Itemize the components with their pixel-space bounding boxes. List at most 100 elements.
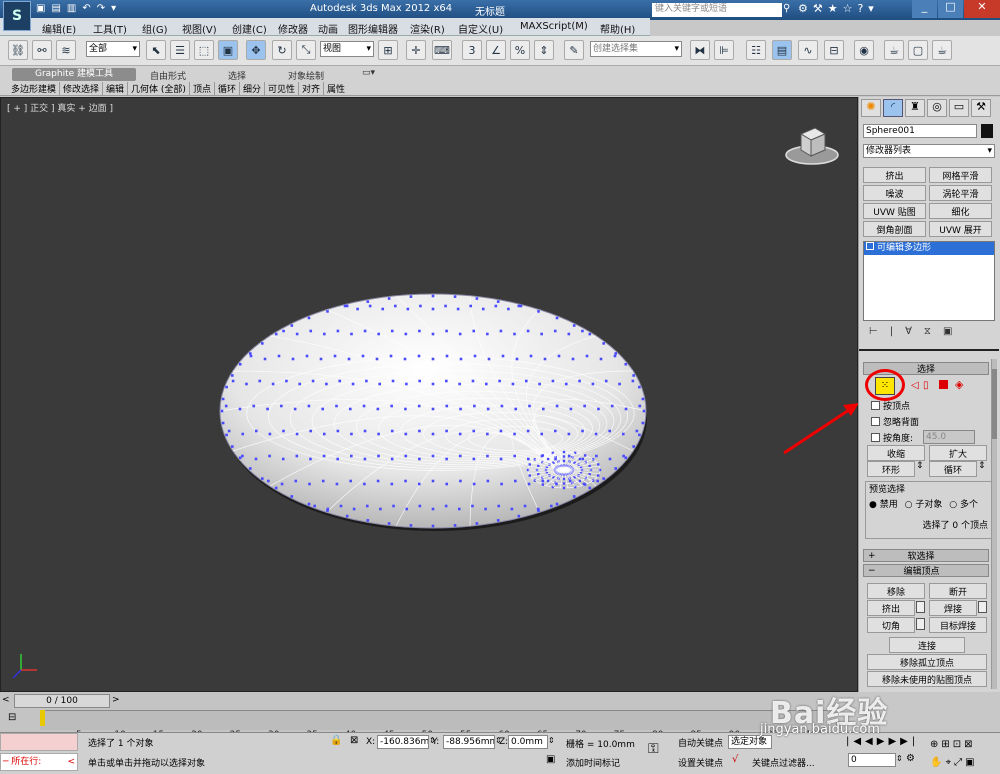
preview-subobject-radio[interactable]: ○ 子对象 <box>905 500 943 510</box>
percent-snap-icon[interactable]: % <box>510 40 530 60</box>
bind-spacewarp-icon[interactable]: ≋ <box>56 40 76 60</box>
break-button[interactable]: 断开 <box>929 583 987 599</box>
rendered-frame-icon[interactable]: ▢ <box>908 40 928 60</box>
modifier-stack[interactable]: 可编辑多边形 <box>863 241 995 321</box>
selection-filter-dropdown[interactable]: 全部 ▾ <box>86 41 140 57</box>
subtab-subdivision[interactable]: 细分 <box>240 82 265 95</box>
window-crossing-icon[interactable]: ▣ <box>218 40 238 60</box>
ribbon-options-icon[interactable]: ▭▾ <box>362 68 375 78</box>
modify-tab-icon[interactable]: ◜ <box>883 99 903 117</box>
trackbar[interactable] <box>40 710 830 730</box>
time-config-icon[interactable]: ⚙ <box>906 753 915 764</box>
rect-selection-icon[interactable]: ⬚ <box>194 40 214 60</box>
time-slider-left-arrow[interactable]: < <box>2 695 12 707</box>
grow-button[interactable]: 扩大 <box>929 445 987 461</box>
stack-expand-icon[interactable] <box>866 242 874 250</box>
lock-icon[interactable]: 🔒 <box>330 735 342 746</box>
modifier-tessellate-button[interactable]: 细化 <box>929 203 992 219</box>
remove-isolated-button[interactable]: 移除孤立顶点 <box>867 654 987 670</box>
modifier-bevel-profile-button[interactable]: 倒角剖面 <box>863 221 926 237</box>
sphere-object[interactable] <box>1 98 859 693</box>
subtab-modify-selection[interactable]: 修改选择 <box>60 82 104 95</box>
material-editor-icon[interactable]: ◉ <box>854 40 874 60</box>
preview-multi-radio[interactable]: ○ 多个 <box>949 500 978 510</box>
border-mode-icon[interactable]: ▯ <box>923 380 929 391</box>
maximize-button[interactable]: □ <box>938 0 963 18</box>
time-slider[interactable]: 0 / 100 <box>14 694 110 708</box>
object-color-swatch[interactable] <box>981 124 993 138</box>
menu-group[interactable]: 组(G) <box>142 21 168 36</box>
ignore-backfacing-checkbox[interactable]: 忽略背面 <box>871 415 919 428</box>
menu-animation[interactable]: 动画 <box>318 21 338 36</box>
scrollbar-thumb[interactable] <box>992 369 997 439</box>
frame-spinner-icon[interactable]: ⇕ <box>896 754 903 763</box>
trackbar-toggle-icon[interactable]: ⊟ <box>8 712 16 723</box>
menu-rendering[interactable]: 渲染(R) <box>410 21 445 36</box>
auto-key-button[interactable]: 自动关键点 <box>678 736 723 749</box>
spinner-snap-icon[interactable]: ⇕ <box>534 40 554 60</box>
current-frame-field[interactable]: 0 <box>848 753 896 767</box>
ring-button[interactable]: 环形 <box>867 461 915 477</box>
subtab-align[interactable]: 对齐 <box>299 82 325 95</box>
modifier-unwrap-uvw-button[interactable]: UVW 展开 <box>929 221 992 237</box>
menu-graph-editors[interactable]: 图形编辑器 <box>348 21 398 36</box>
menu-create[interactable]: 创建(C) <box>232 21 267 36</box>
keyboard-shortcut-icon[interactable]: ⌨ <box>432 40 452 60</box>
graphite-toggle-icon[interactable]: ▤ <box>772 40 792 60</box>
rotate-icon[interactable]: ↻ <box>272 40 292 60</box>
polygon-mode-icon[interactable] <box>939 380 948 389</box>
mirror-icon[interactable]: ⧓ <box>690 40 710 60</box>
loop-button[interactable]: 循环 <box>929 461 977 477</box>
modifier-turbosmooth-button[interactable]: 涡轮平滑 <box>929 185 992 201</box>
subtab-visibility[interactable]: 可见性 <box>265 82 299 95</box>
render-setup-icon[interactable]: ☕ <box>884 40 904 60</box>
element-mode-icon[interactable]: ◈ <box>955 378 963 391</box>
z-spinner-icon[interactable]: ⇕ <box>548 736 555 745</box>
search-input[interactable]: 键入关键字或短语 <box>652 3 782 17</box>
move-icon[interactable]: ✥ <box>246 40 266 60</box>
subtab-vertices[interactable]: 顶点 <box>190 82 215 95</box>
select-object-icon[interactable]: ⬉ <box>146 40 166 60</box>
weld-button[interactable]: 焊接 <box>929 600 977 616</box>
soft-selection-rollout[interactable]: + 软选择 <box>863 549 989 562</box>
ring-spinner-icon[interactable]: ⇕ <box>916 461 924 471</box>
chamfer-button[interactable]: 切角 <box>867 617 915 633</box>
remove-button[interactable]: 移除 <box>867 583 925 599</box>
extrude-button[interactable]: 挤出 <box>867 600 915 616</box>
named-selection-dropdown[interactable]: 创建选择集 ▾ <box>590 41 682 57</box>
z-coordinate[interactable]: 0.0mm <box>508 735 548 749</box>
menu-tools[interactable]: 工具(T) <box>93 21 127 36</box>
layer-manager-icon[interactable]: ☷ <box>746 40 766 60</box>
add-time-tag[interactable]: 添加时间标记 <box>566 756 620 769</box>
display-tab-icon[interactable]: ▭ <box>949 99 969 117</box>
link-icon[interactable]: ⛓ <box>8 40 28 60</box>
key-icon[interactable]: ⚿ <box>648 741 659 757</box>
scale-icon[interactable]: ⤡ <box>296 40 316 60</box>
ribbon-tab-freeform[interactable]: 自由形式 <box>150 69 186 82</box>
menu-modifiers[interactable]: 修改器 <box>278 21 308 36</box>
create-tab-icon[interactable]: ✺ <box>861 99 881 117</box>
utilities-tab-icon[interactable]: ⚒ <box>971 99 991 117</box>
menu-help[interactable]: 帮助(H) <box>600 21 635 36</box>
render-icon[interactable]: ☕ <box>932 40 952 60</box>
motion-tab-icon[interactable]: ◎ <box>927 99 947 117</box>
pivot-icon[interactable]: ⊞ <box>378 40 398 60</box>
shrink-button[interactable]: 收缩 <box>867 445 925 461</box>
set-key-button[interactable]: 设置关键点 <box>678 756 723 769</box>
modifier-noise-button[interactable]: 噪波 <box>863 185 926 201</box>
key-filters-button[interactable]: 关键点过滤器... <box>752 756 815 769</box>
perspective-viewport[interactable]: [ + ] 正交 ] 真实 + 边面 ] <box>0 97 859 693</box>
chamfer-settings-icon[interactable] <box>916 618 925 630</box>
weld-settings-icon[interactable] <box>978 601 987 613</box>
snap-toggle-icon[interactable]: 3 <box>462 40 482 60</box>
schematic-view-icon[interactable]: ⊟ <box>824 40 844 60</box>
y-coordinate[interactable]: -88.956mm <box>443 735 495 749</box>
menu-customize[interactable]: 自定义(U) <box>458 21 503 36</box>
absolute-mode-icon[interactable]: ⊠ <box>350 735 358 746</box>
object-name-field[interactable]: Sphere001 <box>863 124 977 138</box>
modifier-extrude-button[interactable]: 挤出 <box>863 167 926 183</box>
subtab-loops[interactable]: 循环 <box>215 82 240 95</box>
selected-objects-dropdown[interactable]: 选定对象 <box>728 735 772 749</box>
ref-coord-dropdown[interactable]: 视图 ▾ <box>320 41 374 57</box>
modifier-meshsmooth-button[interactable]: 网格平滑 <box>929 167 992 183</box>
